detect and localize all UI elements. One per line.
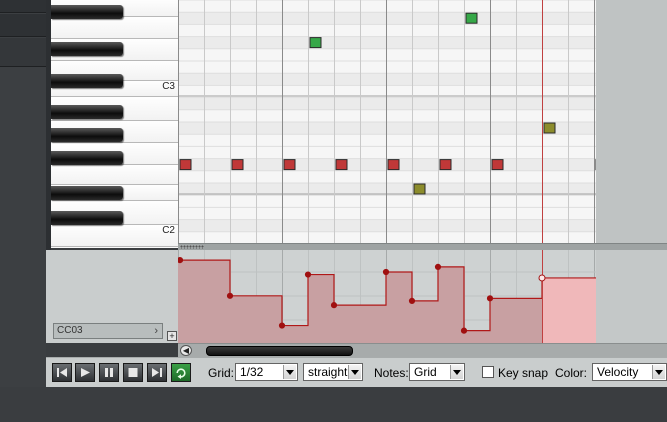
- black-key[interactable]: [51, 186, 123, 200]
- black-key[interactable]: [51, 128, 123, 142]
- skip-forward-icon: [152, 368, 162, 377]
- notes-select[interactable]: Grid: [409, 363, 465, 381]
- play-button[interactable]: [75, 363, 95, 382]
- cc-point[interactable]: [486, 295, 494, 302]
- grid-label: Grid:: [208, 366, 235, 380]
- cc-point[interactable]: [434, 263, 442, 270]
- midi-note[interactable]: [231, 159, 244, 171]
- pause-button[interactable]: [99, 363, 119, 382]
- midi-note[interactable]: [543, 122, 556, 134]
- midi-note[interactable]: [465, 12, 478, 24]
- cc-point[interactable]: [278, 322, 286, 329]
- notes-select-value: Grid: [414, 365, 437, 379]
- cc-point[interactable]: [460, 327, 468, 334]
- swing-select[interactable]: straight: [303, 363, 363, 381]
- pause-icon: [105, 368, 113, 377]
- roll-beyond-end: [596, 0, 667, 243]
- track-strip[interactable]: [0, 38, 46, 67]
- midi-note[interactable]: [387, 159, 400, 171]
- cc-point[interactable]: [408, 297, 416, 305]
- grid-select-value: 1/32: [240, 365, 264, 379]
- stop-button[interactable]: [123, 363, 143, 382]
- midi-note[interactable]: [283, 159, 296, 171]
- chevron-down-icon[interactable]: [348, 365, 361, 379]
- piano-keyboard[interactable]: C3 C2: [51, 0, 179, 248]
- note-label-c3: C3: [162, 81, 175, 92]
- loop-button[interactable]: [171, 363, 191, 382]
- chevron-down-icon[interactable]: [450, 365, 463, 379]
- add-cc-lane-button[interactable]: +: [167, 331, 177, 341]
- piano-roll-grid[interactable]: [178, 0, 596, 243]
- color-select[interactable]: Velocity: [592, 363, 667, 381]
- cc-point[interactable]: [304, 271, 312, 278]
- key-snap-checkbox[interactable]: [482, 366, 494, 378]
- skip-forward-button[interactable]: [147, 363, 167, 382]
- white-key[interactable]: [51, 164, 178, 185]
- black-key[interactable]: [51, 5, 123, 19]
- midi-note[interactable]: [309, 37, 322, 49]
- black-key[interactable]: [51, 211, 123, 225]
- cc-lane-selector[interactable]: CC03 ›: [53, 323, 163, 339]
- skip-back-button[interactable]: [52, 363, 72, 382]
- midi-note[interactable]: [335, 159, 348, 171]
- midi-note[interactable]: [439, 159, 452, 171]
- track-strip[interactable]: [0, 0, 46, 13]
- black-key[interactable]: [51, 74, 123, 88]
- cc-point[interactable]: [382, 268, 390, 276]
- cc-point[interactable]: [538, 274, 546, 282]
- cc-beyond-end: [596, 250, 667, 343]
- midi-editor-window: C3 C2 CC03 › + ◀ Grid: 1/32 straight Not…: [0, 0, 667, 422]
- chevron-right-icon: ›: [154, 325, 158, 337]
- black-key[interactable]: [51, 151, 123, 165]
- swing-select-value: straight: [308, 365, 348, 379]
- stop-icon: [128, 368, 138, 377]
- midi-toolbar: Grid: 1/32 straight Notes: Grid Key snap…: [46, 357, 667, 388]
- cc-point[interactable]: [226, 292, 234, 299]
- chevron-down-icon[interactable]: [652, 365, 665, 379]
- scroll-left-button[interactable]: ◀: [180, 345, 192, 356]
- midi-note[interactable]: [491, 159, 504, 171]
- black-key[interactable]: [51, 42, 123, 56]
- note-label-c2: C2: [162, 225, 175, 236]
- track-strip[interactable]: [0, 14, 46, 37]
- cc-point[interactable]: [330, 302, 338, 309]
- notes-label: Notes:: [374, 366, 409, 380]
- midi-note[interactable]: [413, 183, 426, 195]
- white-key[interactable]: [51, 16, 178, 39]
- horizontal-scrollbar[interactable]: ◀: [178, 343, 667, 357]
- cc-point[interactable]: [178, 257, 184, 264]
- cc-lane-name: CC03: [57, 325, 83, 336]
- grid-select[interactable]: 1/32: [235, 363, 298, 381]
- color-select-value: Velocity: [597, 365, 639, 379]
- chevron-down-icon[interactable]: [283, 365, 296, 379]
- midi-note[interactable]: [179, 159, 192, 171]
- white-key[interactable]: [51, 224, 178, 247]
- cc-future-fill: [542, 277, 596, 343]
- cc-lane-editor[interactable]: [178, 250, 667, 343]
- loop-icon: [176, 368, 186, 379]
- key-snap-label: Key snap: [498, 366, 549, 380]
- status-area: [0, 387, 667, 422]
- note-grid-canvas[interactable]: [178, 0, 596, 243]
- color-label: Color:: [555, 366, 588, 380]
- splitter-grip-icon[interactable]: [180, 245, 204, 249]
- scroll-thumb[interactable]: [206, 346, 353, 356]
- skip-back-icon: [57, 368, 67, 377]
- play-icon: [81, 368, 90, 377]
- cc-lane-canvas[interactable]: [178, 250, 667, 343]
- black-key[interactable]: [51, 105, 123, 119]
